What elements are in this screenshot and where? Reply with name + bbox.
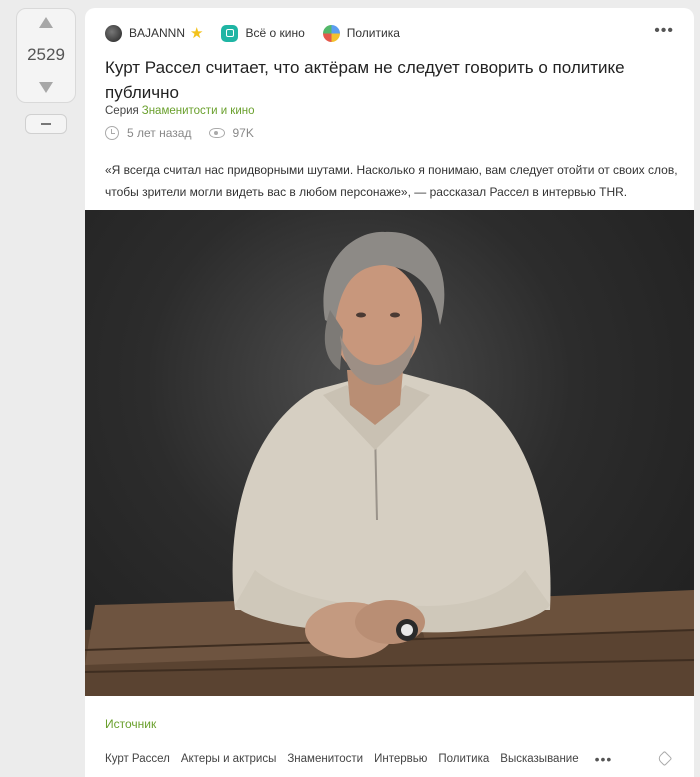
author-avatar-icon: [105, 24, 122, 42]
film-icon: [221, 24, 239, 42]
tag-item[interactable]: Знаменитости: [287, 753, 363, 765]
minus-icon: [41, 123, 51, 125]
post-meta: BAJANNN ★ Всё о кино Политика •••: [105, 23, 674, 43]
tag-item[interactable]: Политика: [438, 753, 489, 765]
community-name: Всё о кино: [245, 26, 305, 40]
author-link[interactable]: BAJANNN ★: [105, 24, 204, 42]
source-link[interactable]: Источник: [105, 717, 156, 731]
category-link[interactable]: Политика: [322, 24, 400, 42]
upvote-icon[interactable]: [39, 17, 53, 28]
post-card: BAJANNN ★ Всё о кино Политика ••• Курт Р…: [85, 8, 694, 777]
tag-item[interactable]: Курт Рассел: [105, 753, 170, 765]
eye-icon: [209, 128, 226, 138]
post-time: 5 лет назад: [105, 126, 191, 140]
minus-button[interactable]: [25, 114, 67, 134]
star-icon: ★: [190, 24, 204, 42]
tag-item[interactable]: Высказывание: [500, 753, 578, 765]
tag-item[interactable]: Актеры и актрисы: [181, 753, 277, 765]
more-tags-icon[interactable]: •••: [595, 752, 613, 766]
post-image[interactable]: [85, 210, 694, 696]
time-text: 5 лет назад: [127, 126, 192, 140]
category-name: Политика: [346, 26, 400, 40]
views-text: 97K: [232, 126, 254, 140]
community-link[interactable]: Всё о кино: [221, 24, 305, 42]
tags-row: Курт Рассел Актеры и актрисы Знаменитост…: [105, 750, 674, 767]
post-text: «Я всегда считал нас придворными шутами.…: [105, 163, 678, 199]
clock-icon: [105, 126, 119, 140]
vote-panel: 2529: [16, 8, 76, 103]
series-label: Серия: [105, 105, 139, 117]
downvote-icon[interactable]: [39, 82, 53, 93]
globe-icon: [322, 24, 340, 42]
tag-item[interactable]: Интервью: [374, 753, 427, 765]
series-line: Серия Знаменитости и кино: [105, 105, 255, 117]
author-name: BAJANNN: [129, 26, 186, 40]
post-stats: 5 лет назад 97K: [105, 126, 272, 140]
portrait-illustration: [85, 231, 694, 696]
more-options-icon[interactable]: •••: [654, 23, 674, 39]
vote-count: 2529: [27, 45, 65, 64]
post-views: 97K: [209, 126, 254, 140]
series-link[interactable]: Знаменитости и кино: [142, 105, 255, 117]
post-title[interactable]: Курт Рассел считает, что актёрам не след…: [105, 55, 665, 105]
tag-icon[interactable]: [656, 750, 673, 767]
